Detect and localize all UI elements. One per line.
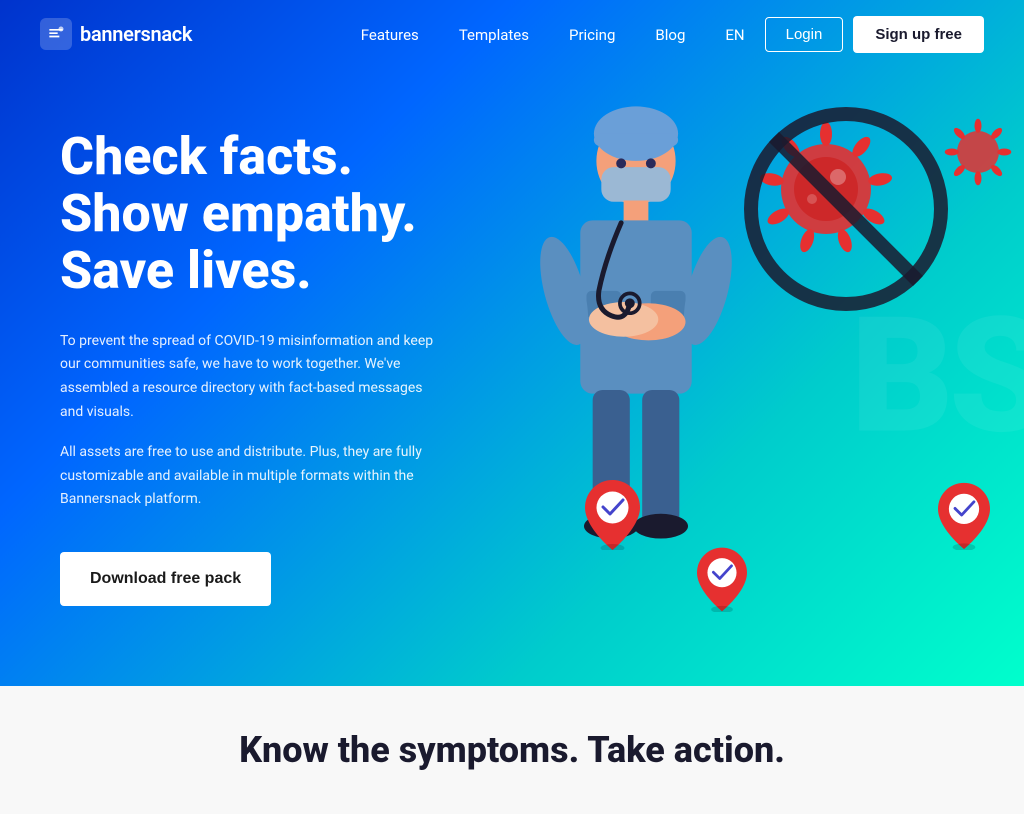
virus-small-1 <box>943 117 1013 187</box>
logo[interactable]: bannersnack <box>40 18 192 50</box>
no-virus-symbol <box>736 99 956 319</box>
hero-section: Check facts. Show empathy. Save lives. T… <box>0 0 1024 686</box>
nav-item-features[interactable]: Features <box>361 25 419 44</box>
brand-icon <box>46 24 66 44</box>
location-pin-2 <box>697 547 747 612</box>
bottom-heading: Know the symptoms. Take action. <box>239 729 785 771</box>
hero-heading-line3: Save lives. <box>60 240 312 301</box>
nav-item-lang[interactable]: EN <box>725 25 744 44</box>
location-pin-3 <box>938 482 990 550</box>
signup-button[interactable]: Sign up free <box>853 16 984 53</box>
hero-illustration: BS <box>461 68 1024 686</box>
hero-body-text2: All assets are free to use and distribut… <box>60 441 440 512</box>
nav-links: Features Templates Pricing Blog EN <box>361 25 745 44</box>
download-cta-button[interactable]: Download free pack <box>60 552 271 606</box>
bottom-section: Know the symptoms. Take action. <box>0 686 1024 814</box>
login-button[interactable]: Login <box>765 17 844 52</box>
logo-icon <box>40 18 72 50</box>
hero-heading-line1: Check facts. <box>60 126 353 187</box>
hero-heading-line2: Show empathy. <box>60 183 417 244</box>
location-pin-1 <box>585 480 640 550</box>
hero-heading: Check facts. Show empathy. Save lives. <box>60 128 440 300</box>
navbar: bannersnack Features Templates Pricing B… <box>0 0 1024 68</box>
brand-name: bannersnack <box>80 22 192 46</box>
nav-item-pricing[interactable]: Pricing <box>569 25 615 44</box>
hero-body-text1: To prevent the spread of COVID-19 misinf… <box>60 330 440 425</box>
hero-content: Check facts. Show empathy. Save lives. T… <box>0 68 500 686</box>
nav-item-blog[interactable]: Blog <box>655 25 685 44</box>
nav-item-templates[interactable]: Templates <box>459 25 529 44</box>
